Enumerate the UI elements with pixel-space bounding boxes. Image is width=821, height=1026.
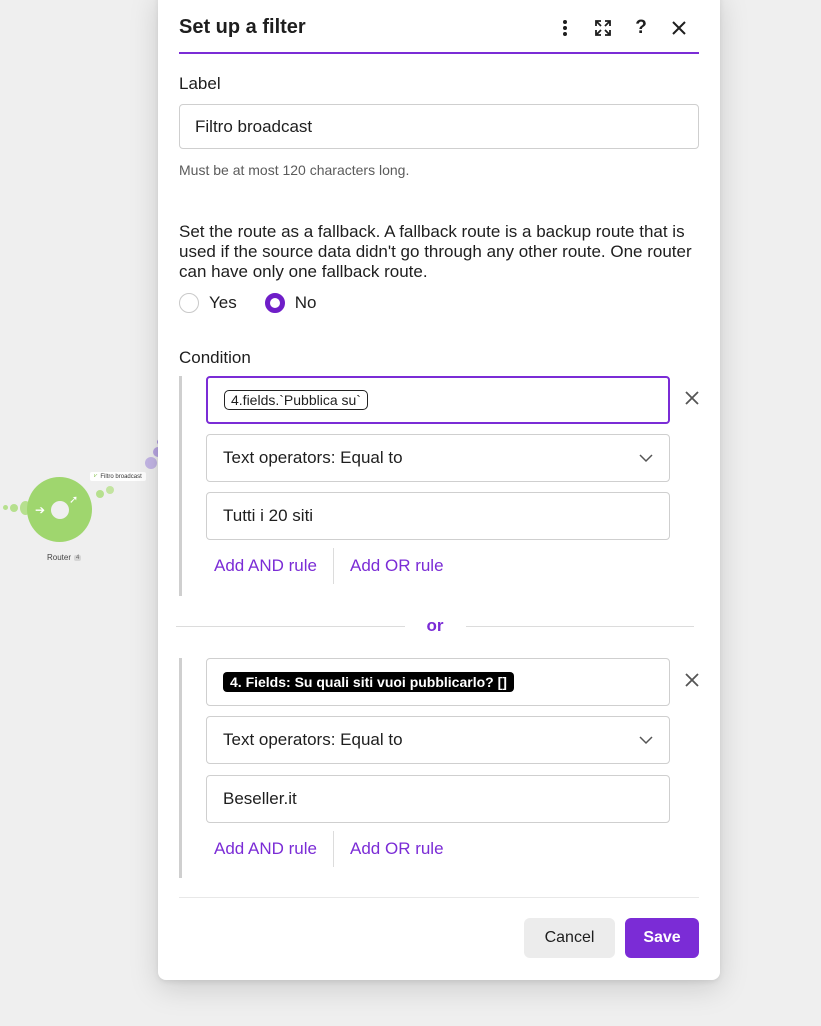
remove-condition-icon[interactable] bbox=[684, 672, 704, 692]
fallback-radio-group: Yes No bbox=[179, 293, 344, 313]
chevron-down-icon bbox=[639, 736, 653, 745]
router-badge: 4 bbox=[74, 554, 82, 561]
rule-divider bbox=[333, 831, 334, 867]
condition-field-input[interactable]: 4.fields.`Pubblica su` bbox=[206, 376, 670, 424]
radio-yes-label: Yes bbox=[209, 293, 237, 312]
footer-divider bbox=[179, 897, 699, 898]
filter-modal: Set up a filter ? Label Filtro broadcast… bbox=[158, 0, 720, 980]
operator-select[interactable]: Text operators: Equal to bbox=[206, 716, 670, 764]
label-field-label: Label bbox=[179, 74, 221, 93]
operator-value: Text operators: Equal to bbox=[223, 448, 403, 467]
rule-actions: Add AND rule Add OR rule bbox=[206, 548, 452, 584]
add-or-rule-link[interactable]: Add OR rule bbox=[342, 556, 452, 576]
operator-select[interactable]: Text operators: Equal to bbox=[206, 434, 670, 482]
chevron-down-icon bbox=[639, 454, 653, 463]
rule-actions: Add AND rule Add OR rule bbox=[206, 831, 452, 867]
or-line-right bbox=[465, 625, 694, 627]
filter-tag-label: Filtro broadcast bbox=[100, 473, 142, 480]
help-icon[interactable]: ? bbox=[631, 17, 651, 38]
add-and-rule-link[interactable]: Add AND rule bbox=[206, 839, 325, 859]
filter-tag[interactable]: ⩗ Filtro broadcast bbox=[90, 472, 146, 481]
remove-condition-icon[interactable] bbox=[684, 390, 704, 410]
radio-yes[interactable] bbox=[179, 293, 199, 313]
cancel-button[interactable]: Cancel bbox=[524, 918, 615, 958]
more-vertical-icon[interactable] bbox=[555, 18, 575, 38]
condition-value-input[interactable]: Beseller.it bbox=[206, 775, 670, 823]
arrow-in-icon: ➔ bbox=[35, 503, 46, 517]
label-hint: Must be at most 120 characters long. bbox=[179, 162, 410, 178]
label-input[interactable]: Filtro broadcast bbox=[179, 104, 699, 149]
modal-header: Set up a filter ? bbox=[179, 0, 699, 54]
field-pill[interactable]: 4. Fields: Su quali siti vuoi pubblicarl… bbox=[223, 672, 514, 692]
add-and-rule-link[interactable]: Add AND rule bbox=[206, 556, 325, 576]
expand-icon[interactable] bbox=[593, 18, 613, 38]
radio-no[interactable] bbox=[264, 293, 285, 313]
field-pill[interactable]: 4.fields.`Pubblica su` bbox=[224, 390, 368, 410]
operator-value: Text operators: Equal to bbox=[223, 730, 403, 749]
router-center bbox=[50, 500, 69, 519]
condition-group-2: 4. Fields: Su quali siti vuoi pubblicarl… bbox=[179, 658, 699, 878]
header-actions: ? bbox=[555, 17, 689, 38]
fallback-description: Set the route as a fallback. A fallback … bbox=[179, 222, 692, 281]
or-line-left bbox=[176, 625, 405, 627]
condition-label: Condition bbox=[179, 348, 251, 367]
add-or-rule-link[interactable]: Add OR rule bbox=[342, 839, 452, 859]
arrow-out-icon: ➚ bbox=[69, 494, 79, 506]
save-button[interactable]: Save bbox=[625, 918, 699, 958]
radio-no-label: No bbox=[294, 293, 317, 312]
or-label: or bbox=[426, 616, 444, 635]
router-label: Router 4 bbox=[47, 553, 82, 562]
or-separator: or bbox=[176, 616, 694, 636]
router-name: Router bbox=[47, 553, 72, 562]
condition-field-input[interactable]: 4. Fields: Su quali siti vuoi pubblicarl… bbox=[206, 658, 670, 706]
condition-group-1: 4.fields.`Pubblica su` Text operators: E… bbox=[179, 376, 699, 596]
condition-value-input[interactable]: Tutti i 20 siti bbox=[206, 492, 670, 540]
router-module[interactable]: ➔ ➚ bbox=[27, 477, 92, 542]
modal-title: Set up a filter bbox=[179, 16, 306, 38]
filter-icon: ⩗ bbox=[94, 473, 98, 479]
connector-dots-arc bbox=[96, 439, 163, 498]
close-icon[interactable] bbox=[669, 18, 689, 38]
rule-divider bbox=[333, 548, 334, 584]
